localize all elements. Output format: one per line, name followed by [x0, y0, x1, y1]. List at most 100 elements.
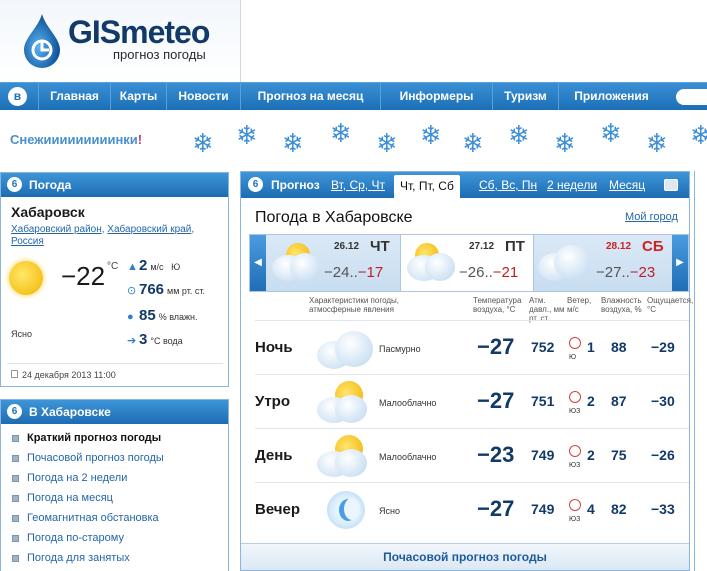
panel-title: В Хабаровске	[29, 405, 111, 419]
region-link-krai[interactable]: Хабаровский край	[107, 224, 191, 235]
nav-item-maps[interactable]: Карты	[110, 83, 166, 110]
barometer-icon: ⊙	[127, 285, 137, 297]
row-humidity: 75	[611, 447, 627, 463]
partly-cloudy-icon	[407, 241, 457, 285]
snowflake-icon: ❄	[376, 128, 398, 158]
snowflake-icon: ❄	[420, 120, 442, 150]
col-temperature: Температура воздуха, °С	[473, 296, 522, 314]
wind-direction-icon	[569, 337, 581, 349]
row-feels-like: −30	[651, 393, 675, 409]
row-temp: −27	[477, 496, 515, 521]
partly-cloudy-icon	[272, 241, 322, 285]
row-wind: 2	[587, 393, 595, 409]
logo-subtitle: прогноз погоды	[113, 47, 206, 62]
column-headers: Характеристики погоды, атмосферные явлен…	[249, 295, 693, 323]
gismeteo-small-icon: 6	[7, 177, 22, 192]
day-date: 27.12	[469, 241, 495, 252]
day-name: СБ	[642, 238, 664, 255]
next-arrow-icon[interactable]: ▶	[672, 235, 688, 291]
row-wind-dir: ЮЗ	[569, 516, 581, 523]
wind-direction-icon	[569, 391, 581, 403]
col-humidity: Влажность воздуха, %	[601, 296, 642, 314]
vk-icon[interactable]: в	[8, 87, 27, 106]
row-condition: Малооблачно	[379, 452, 437, 462]
moon-clear-icon	[317, 487, 373, 533]
water-temp-stat: ➔ 3 °С вода	[127, 331, 183, 348]
row-wind-dir: Ю	[569, 354, 577, 361]
day-date: 28.12	[606, 241, 632, 252]
link-geomagnetic[interactable]: Геомагнитная обстановка	[27, 512, 159, 524]
row-wind-dir: ЮЗ	[569, 408, 581, 415]
link-busy[interactable]: Погода для занятых	[27, 552, 130, 564]
col-pressure: Атм. давл., мм рт. ст.	[529, 296, 565, 323]
wind-arrow-icon: ▲	[127, 261, 138, 273]
wind-stat: ▲2 м/с Ю	[127, 257, 181, 274]
snowflake-icon: ❄	[330, 118, 352, 148]
row-humidity: 88	[611, 339, 627, 355]
nav-item-informers[interactable]: Информеры	[380, 83, 492, 110]
row-pressure: 749	[531, 447, 555, 463]
banner-text[interactable]: Снежииииииииинки!	[10, 132, 142, 147]
row-period: Вечер	[255, 501, 301, 518]
link-old-style[interactable]: Погода по-старому	[27, 532, 124, 544]
snowflake-icon: ❄	[236, 120, 258, 150]
bullet-icon	[12, 435, 19, 442]
link-hourly-forecast[interactable]: Почасовой прогноз погоды	[27, 452, 164, 464]
link-short-forecast[interactable]: Краткий прогноз погоды	[27, 432, 161, 444]
region-link-country[interactable]: Россия	[11, 236, 44, 247]
snowflake-icon: ❄	[600, 118, 622, 148]
forecast-panel: 6 Прогноз Вт, Ср, Чт Чт, Пт, Сб Сб, Вс, …	[240, 171, 693, 571]
day-card[interactable]: 27.12 ПТ −26..−21	[400, 235, 534, 291]
nav-item-tourism[interactable]: Туризм	[492, 83, 558, 110]
search-input[interactable]	[676, 89, 707, 105]
row-wind-dir: ЮЗ	[569, 462, 581, 469]
nav-item-apps[interactable]: Приложения	[558, 83, 664, 110]
logo-text[interactable]: GISmeteo	[68, 14, 210, 51]
link-two-weeks[interactable]: Погода на 2 недели	[27, 472, 127, 484]
link-month[interactable]: Погода на месяц	[27, 492, 113, 504]
print-icon[interactable]	[664, 179, 678, 191]
current-condition: Ясно	[11, 329, 32, 339]
tab-sat-sun-mon[interactable]: Сб, Вс, Пн	[479, 172, 537, 198]
city-links-panel: 6 В Хабаровске Краткий прогноз погоды По…	[0, 399, 229, 571]
tab-month[interactable]: Месяц	[609, 172, 645, 198]
row-feels-like: −26	[651, 447, 675, 463]
tab-thu-fri-sat[interactable]: Чт, Пт, Сб	[394, 175, 460, 198]
tab-two-weeks[interactable]: 2 недели	[547, 172, 597, 198]
nav-item-month-forecast[interactable]: Прогноз на месяц	[240, 83, 380, 110]
row-wind: 2	[587, 447, 595, 463]
nav-item-home[interactable]: Главная	[38, 83, 110, 110]
hourly-forecast-button[interactable]: Почасовой прогноз погоды	[241, 543, 689, 570]
page-title: Погода в Хабаровске	[255, 209, 413, 226]
col-conditions: Характеристики погоды, атмосферные явлен…	[309, 296, 399, 314]
divider	[7, 363, 223, 364]
day-temp-range: −26..−21	[459, 264, 519, 281]
day-card[interactable]: 28.12 СБ −27..−23	[534, 235, 668, 291]
snowflake-icon: ❄	[462, 128, 484, 158]
bullet-icon	[12, 455, 19, 462]
gismeteo-small-icon: 6	[7, 404, 22, 419]
panel-header: 6 Погода	[1, 173, 228, 197]
region-link-district[interactable]: Хабаровский район	[11, 224, 102, 235]
prev-arrow-icon[interactable]: ◀	[250, 235, 266, 291]
day-card[interactable]: 26.12 ЧТ −24..−17	[266, 235, 400, 291]
col-wind: Ветер, м/с	[567, 296, 592, 314]
main-nav: в Главная Карты Новости Прогноз на месяц…	[0, 82, 707, 110]
bullet-icon	[12, 535, 19, 542]
row-period: Утро	[255, 393, 291, 410]
snowflake-icon: ❄	[508, 120, 530, 150]
nav-item-news[interactable]: Новости	[166, 83, 240, 110]
gismeteo-logo-icon[interactable]	[20, 12, 64, 70]
fish-icon: ➔	[127, 335, 137, 347]
snowflake-icon: ❄	[690, 120, 707, 150]
row-condition: Малооблачно	[379, 398, 437, 408]
wind-direction-icon	[569, 445, 581, 457]
current-weather-panel: 6 Погода Хабаровск Хабаровский район, Ха…	[0, 172, 229, 387]
day-temp-range: −27..−23	[596, 264, 656, 281]
row-temp: −23	[477, 442, 515, 467]
snowflake-icon: ❄	[282, 128, 304, 158]
my-city-link[interactable]: Мой город	[625, 211, 678, 223]
tab-tue-wed-thu[interactable]: Вт, Ср, Чт	[331, 172, 385, 198]
bullet-icon	[12, 475, 19, 482]
city-name: Хабаровск	[11, 204, 85, 220]
